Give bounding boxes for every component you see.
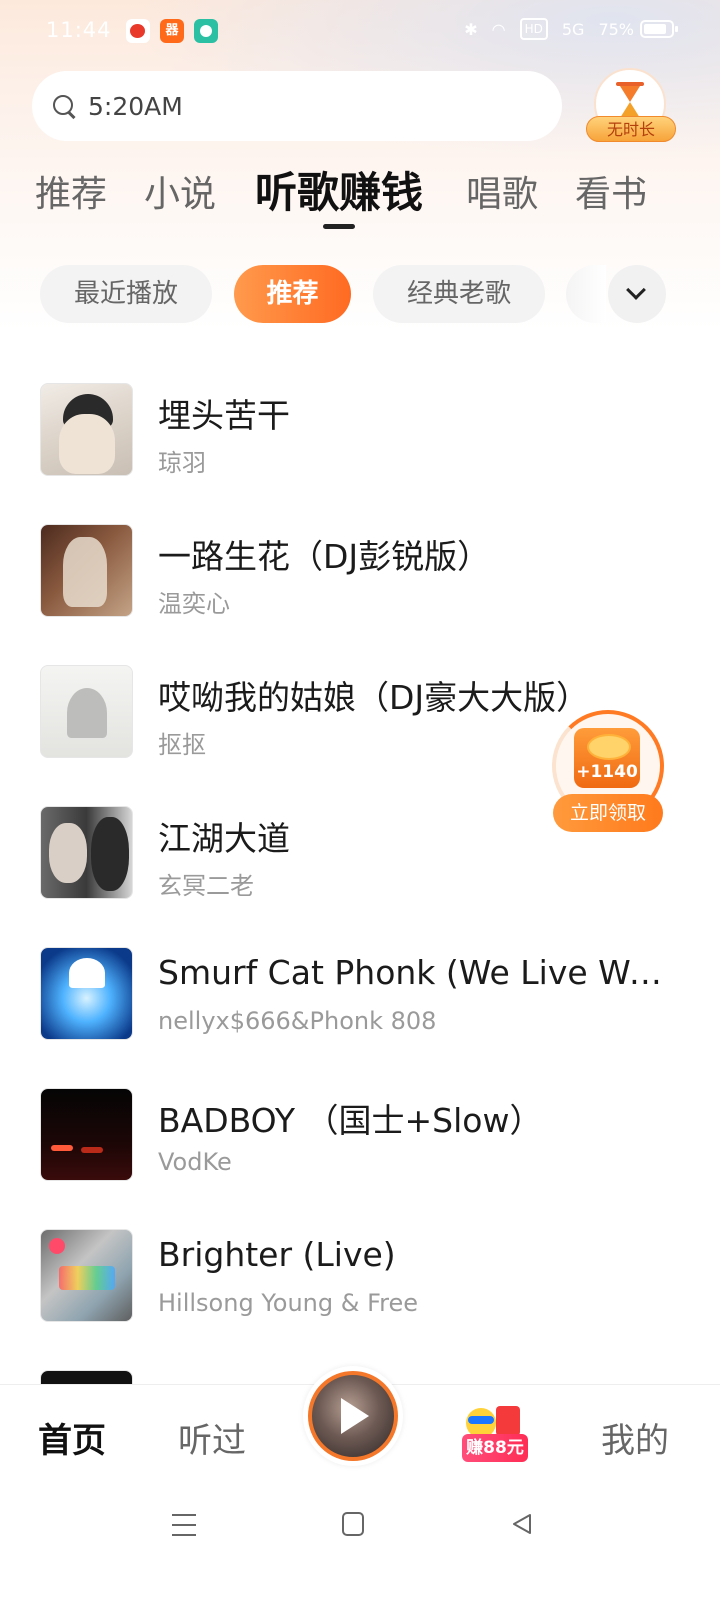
nav-home[interactable]: 首页 bbox=[38, 1413, 106, 1462]
song-title: 江湖大道 bbox=[158, 819, 290, 858]
chip-classic-oldies[interactable]: 经典老歌 bbox=[373, 265, 545, 323]
song-item[interactable]: 一路生花（DJ彭锐版） 温奕心 bbox=[0, 524, 720, 620]
chip-recent[interactable]: 最近播放 bbox=[40, 265, 212, 323]
song-artist: VodKe bbox=[158, 1148, 232, 1176]
claim-reward-button[interactable]: 立即领取 bbox=[553, 794, 663, 832]
tab-indicator bbox=[323, 224, 355, 229]
song-title: 哎呦我的姑娘（DJ豪大大版） bbox=[158, 678, 590, 717]
tab-recommend[interactable]: 推荐 bbox=[35, 165, 107, 217]
tab-listen-earn[interactable]: 听歌赚钱 bbox=[255, 159, 423, 220]
coin-icon: +1140 bbox=[574, 728, 640, 788]
nav-mine[interactable]: 我的 bbox=[601, 1413, 669, 1462]
mini-player-button[interactable] bbox=[303, 1366, 403, 1466]
song-title: Brighter (Live) bbox=[158, 1235, 396, 1274]
tab-sing[interactable]: 唱歌 bbox=[466, 165, 538, 217]
music-app-icon bbox=[194, 19, 218, 43]
song-cover bbox=[40, 947, 133, 1040]
search-icon bbox=[52, 94, 76, 118]
song-title: BADBOY （国士+Slow） bbox=[158, 1101, 543, 1140]
earn-label: 赚88元 bbox=[462, 1434, 528, 1462]
app-notification-icon: 器 bbox=[160, 19, 184, 43]
song-cover bbox=[40, 665, 133, 758]
song-item[interactable]: Smurf Cat Phonk (We Live We ... nellyx$6… bbox=[0, 947, 720, 1043]
wifi-icon: ◠ bbox=[491, 19, 506, 39]
signal-icon: 5G bbox=[561, 19, 585, 39]
main-tabs: 推荐 小说 听歌赚钱 唱歌 看书 bbox=[0, 165, 720, 235]
tab-novel[interactable]: 小说 bbox=[144, 165, 216, 217]
search-bar[interactable]: 5:20AM bbox=[32, 71, 562, 141]
song-cover bbox=[40, 806, 133, 899]
battery-percent: 75% bbox=[598, 19, 634, 39]
song-artist: 温奕心 bbox=[158, 590, 230, 618]
search-input[interactable]: 5:20AM bbox=[88, 92, 183, 121]
battery-indicator: 75% bbox=[598, 19, 678, 39]
song-cover bbox=[40, 524, 133, 617]
tomato-app-icon bbox=[126, 19, 150, 43]
timer-label: 无时长 bbox=[586, 116, 676, 142]
song-artist: 玄冥二老 bbox=[158, 872, 254, 900]
hd-icon: HD bbox=[519, 18, 548, 40]
battery-icon bbox=[640, 20, 678, 38]
song-item[interactable]: 埋头苦干 琼羽 bbox=[0, 383, 720, 479]
back-icon[interactable] bbox=[510, 1512, 534, 1536]
menu-icon[interactable] bbox=[172, 1514, 196, 1536]
home-icon[interactable] bbox=[342, 1512, 364, 1536]
chip-recommend[interactable]: 推荐 bbox=[234, 265, 351, 323]
song-artist: 抠抠 bbox=[158, 731, 206, 759]
bluetooth-icon: ✱ bbox=[464, 19, 478, 39]
listening-timer-button[interactable]: 无时长 bbox=[586, 68, 676, 146]
song-artist: 琼羽 bbox=[158, 449, 206, 477]
status-bar: 11:44 器 ✱ ◠ HD 5G 75% bbox=[0, 0, 720, 64]
song-cover bbox=[40, 1088, 133, 1181]
reward-widget[interactable]: +1140 立即领取 bbox=[550, 710, 668, 834]
song-cover bbox=[40, 383, 133, 476]
song-artist: nellyx$666&Phonk 808 bbox=[158, 1007, 437, 1035]
reward-amount: +1140 bbox=[576, 762, 638, 782]
chevron-down-icon bbox=[626, 280, 646, 300]
system-navigation-bar bbox=[0, 1492, 720, 1600]
song-title: 埋头苦干 bbox=[158, 396, 290, 435]
status-time: 11:44 bbox=[46, 18, 112, 42]
red-packet-icon bbox=[496, 1406, 520, 1436]
song-artist: Hillsong Young & Free bbox=[158, 1289, 419, 1317]
song-title: Smurf Cat Phonk (We Live We ... bbox=[158, 953, 668, 992]
chip-expand-button[interactable] bbox=[608, 265, 666, 323]
song-cover bbox=[40, 1229, 133, 1322]
tab-read[interactable]: 看书 bbox=[575, 165, 647, 217]
song-item[interactable]: Brighter (Live) Hillsong Young & Free bbox=[0, 1229, 720, 1325]
nav-history[interactable]: 听过 bbox=[178, 1413, 246, 1462]
nav-earn[interactable]: 赚88元 bbox=[462, 1404, 528, 1466]
song-item[interactable]: BADBOY （国士+Slow） VodKe bbox=[0, 1088, 720, 1184]
play-icon bbox=[341, 1398, 369, 1434]
system-icons: ✱ ◠ HD 5G 75% bbox=[464, 18, 678, 40]
song-title: 一路生花（DJ彭锐版） bbox=[158, 537, 491, 576]
